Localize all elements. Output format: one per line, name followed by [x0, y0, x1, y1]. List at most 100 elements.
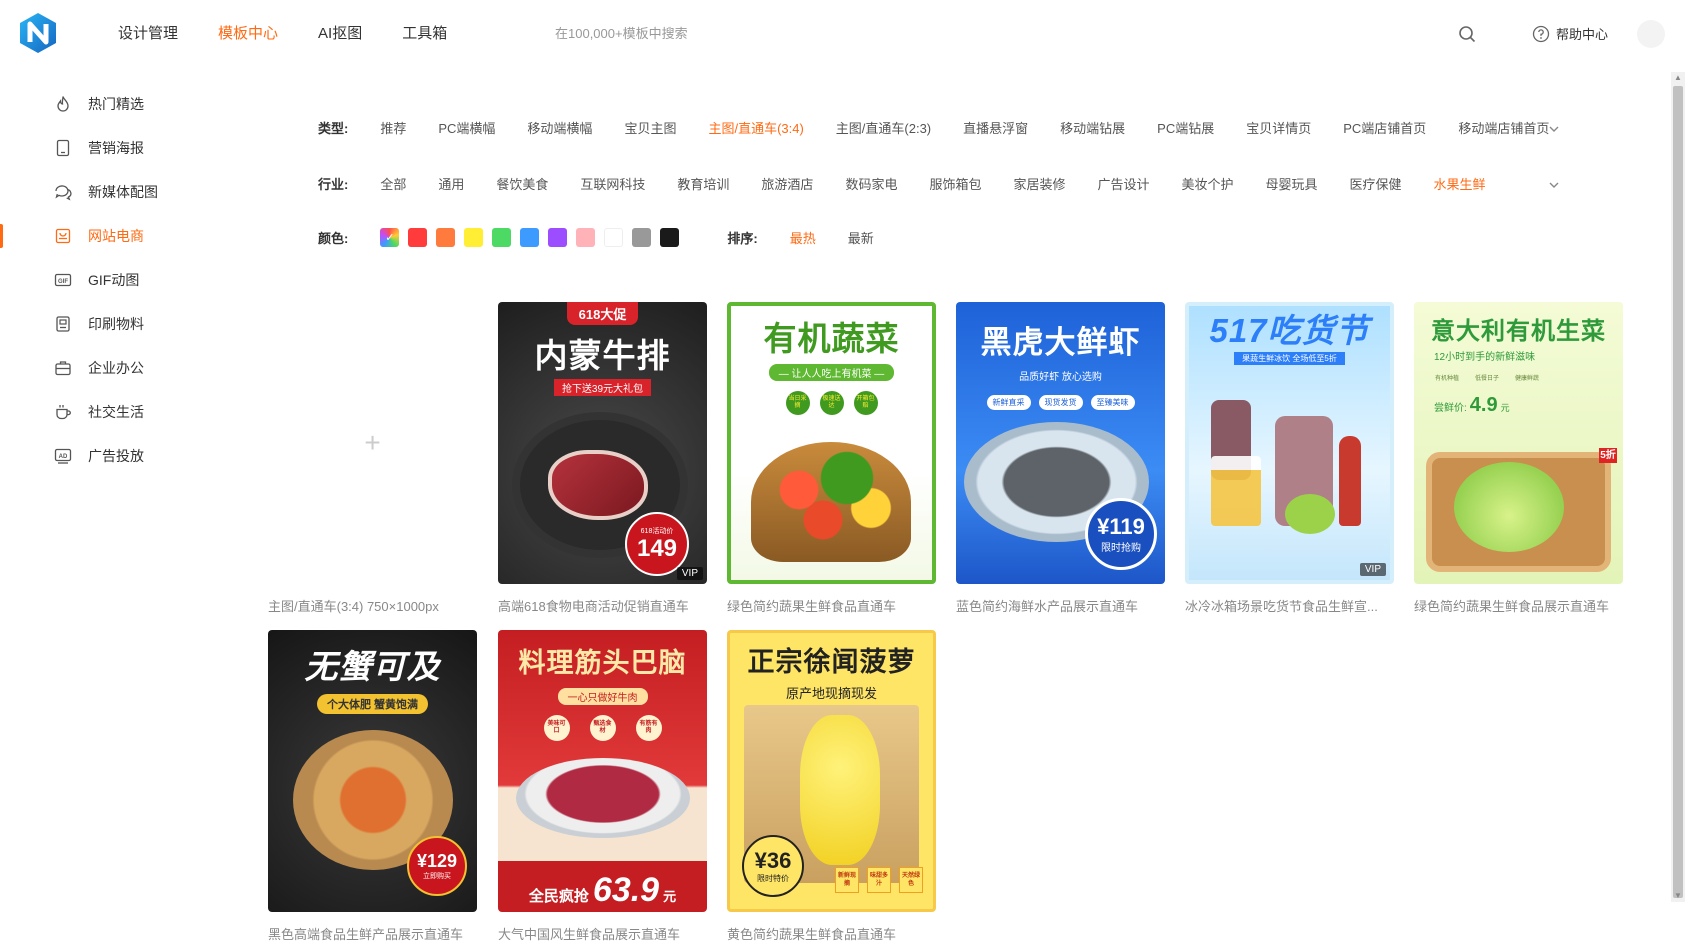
template-caption: 黑色高端食品生鲜产品展示直通车	[268, 927, 464, 942]
sidebar-item-gif[interactable]: GIF GIF动图	[0, 258, 200, 302]
type-option[interactable]: 宝贝主图	[624, 118, 676, 137]
feature-chip: 新鲜现摘	[835, 867, 859, 893]
template-title: 正宗徐闻菠萝	[747, 647, 916, 677]
feature-chip: 当日采摘	[785, 391, 810, 415]
scroll-up-icon[interactable]: ▲	[1674, 74, 1682, 82]
template-caption: 黄色简约蔬果生鲜食品直通车	[727, 927, 897, 942]
sidebar-item-label: 新媒体配图	[88, 184, 158, 200]
poster-icon	[54, 139, 72, 157]
scroll-down-icon[interactable]: ▼	[1674, 892, 1682, 900]
template-card[interactable]: 黑虎大鲜虾 品质好虾 放心选购 新鲜直采 现货发货 至臻美味 ¥119 限时抢购…	[956, 302, 1165, 615]
industry-option[interactable]: 广告设计	[1097, 174, 1149, 193]
color-swatch[interactable]	[464, 228, 484, 247]
sidebar-item-social[interactable]: 社交生活	[0, 390, 200, 434]
type-option[interactable]: 移动端横幅	[527, 118, 592, 137]
template-card[interactable]: 有机蔬菜 — 让人人吃上有机菜 — 当日采摘 极速送达 开箱包赔 绿色简约蔬果生…	[727, 302, 936, 615]
price-unit: 元	[1500, 403, 1510, 413]
color-swatch[interactable]	[632, 228, 652, 247]
type-option[interactable]: PC端横幅	[438, 118, 495, 137]
industry-option[interactable]: 美妆个护	[1182, 174, 1234, 193]
industry-option[interactable]: 通用	[438, 174, 464, 193]
avatar[interactable]	[1637, 20, 1665, 48]
type-option[interactable]: 主图/直通车(2:3)	[836, 118, 931, 137]
template-subtitle: 12小时到手的新鲜滋味	[1434, 352, 1536, 363]
feature-chip: 甄选食材	[589, 715, 616, 741]
type-option[interactable]: PC端钻展	[1157, 118, 1214, 137]
type-option[interactable]: 直播悬浮窗	[963, 118, 1028, 137]
template-card[interactable]: 意大利有机生菜 12小时到手的新鲜滋味 有机种植 低餐日子 健康鲜蔬 尝鲜价: …	[1414, 302, 1623, 615]
industry-filter-label: 行业:	[318, 177, 349, 192]
feature-chip: 至臻美味	[1090, 395, 1135, 410]
type-option[interactable]: 移动端店铺首页	[1458, 118, 1549, 137]
sidebar-item-print[interactable]: 印刷物料	[0, 302, 200, 346]
search-icon[interactable]	[1458, 25, 1476, 43]
sidebar-item-ads[interactable]: AD 广告投放	[0, 434, 200, 478]
template-caption: 绿色简约蔬果生鲜食品直通车	[727, 599, 897, 614]
type-option[interactable]: PC端店铺首页	[1343, 118, 1426, 137]
template-card[interactable]: 618大促 内蒙牛排 抢下送39元大礼包 618活动价 149 VIP 高端61…	[498, 302, 707, 615]
template-card[interactable]: 正宗徐闻菠萝 原产地现摘现发 ¥36 限时特价 新鲜现摘 味甜多汁 天然绿色 黄…	[727, 630, 936, 943]
template-card[interactable]: 517吃货节 果蔬生鲜冰饮 全场低至5折 VIP 冰冷冰箱场景吃货节食品生鲜宣.…	[1185, 302, 1394, 615]
sidebar-item-poster[interactable]: 营销海报	[0, 126, 200, 170]
sidebar-item-hot[interactable]: 热门精选	[0, 82, 200, 126]
color-swatch[interactable]	[492, 228, 512, 247]
scroll-thumb[interactable]	[1673, 86, 1683, 898]
template-card[interactable]: 料理筋头巴脑 一心只做好牛肉 美味可口 甄选食材 有筋有肉 全民疯抢 63.9 …	[498, 630, 707, 943]
vip-badge: VIP	[1359, 563, 1386, 576]
nav-template-center[interactable]: 模板中心	[218, 24, 278, 44]
color-swatch-all[interactable]: ✓	[380, 228, 400, 247]
discount-badge: 5折	[1599, 448, 1617, 463]
template-thumbnail: 无蟹可及 个大体肥 蟹黄饱满 ¥129 立即购买	[268, 630, 477, 912]
promo-text: 全民疯抢	[528, 888, 589, 905]
search-input[interactable]: 在100,000+模板中搜索	[555, 26, 688, 42]
color-swatch[interactable]	[660, 228, 680, 247]
sidebar-item-office[interactable]: 企业办公	[0, 346, 200, 390]
industry-option[interactable]: 水果生鲜	[1434, 174, 1486, 193]
industry-option[interactable]: 数码家电	[845, 174, 897, 193]
chevron-down-icon[interactable]	[1548, 122, 1560, 134]
industry-option[interactable]: 家居装修	[1013, 174, 1065, 193]
feature-chip: 低餐日子	[1474, 376, 1499, 382]
color-swatch[interactable]	[576, 228, 596, 247]
custom-size-card[interactable]: + 主图/直通车(3:4) 750×1000px	[268, 302, 477, 615]
app-logo[interactable]	[18, 12, 58, 54]
sidebar-item-new-media[interactable]: 新媒体配图	[0, 170, 200, 214]
chat-icon	[54, 183, 72, 201]
nav-toolbox[interactable]: 工具箱	[402, 24, 447, 44]
price-value: 4.9	[1469, 394, 1498, 416]
sidebar-item-label: 印刷物料	[88, 316, 144, 332]
sidebar-item-ecommerce[interactable]: 网站电商	[0, 214, 200, 258]
industry-option[interactable]: 餐饮美食	[496, 174, 548, 193]
color-swatch[interactable]	[408, 228, 428, 247]
type-option[interactable]: 推荐	[380, 118, 406, 137]
template-card[interactable]: 无蟹可及 个大体肥 蟹黄饱满 ¥129 立即购买 黑色高端食品生鲜产品展示直通车	[268, 630, 477, 943]
chevron-down-icon[interactable]	[1548, 178, 1560, 190]
industry-option[interactable]: 全部	[380, 174, 406, 193]
industry-option[interactable]: 医疗保健	[1350, 174, 1402, 193]
industry-option[interactable]: 母婴玩具	[1266, 174, 1318, 193]
color-swatch[interactable]	[520, 228, 540, 247]
industry-option[interactable]: 旅游酒店	[761, 174, 813, 193]
price-value: ¥36	[754, 847, 792, 873]
color-swatch[interactable]	[604, 228, 624, 247]
industry-option[interactable]: 教育培训	[677, 174, 729, 193]
vertical-scrollbar[interactable]: ▲ ▼	[1671, 72, 1685, 902]
nav-ai-cutout[interactable]: AI抠图	[318, 24, 362, 44]
sort-new[interactable]: 最新	[848, 228, 874, 247]
template-title: 无蟹可及	[304, 648, 441, 685]
type-option[interactable]: 主图/直通车(3:4)	[708, 118, 803, 137]
help-center-link[interactable]: 帮助中心	[1532, 24, 1608, 43]
industry-option[interactable]: 服饰箱包	[929, 174, 981, 193]
template-thumbnail: 意大利有机生菜 12小时到手的新鲜滋味 有机种植 低餐日子 健康鲜蔬 尝鲜价: …	[1414, 302, 1623, 584]
sort-hot[interactable]: 最热	[790, 228, 816, 247]
industry-option[interactable]: 互联网科技	[580, 174, 645, 193]
type-option[interactable]: 宝贝详情页	[1246, 118, 1311, 137]
color-swatch[interactable]	[548, 228, 568, 247]
color-swatch[interactable]	[436, 228, 456, 247]
template-tag: 618大促	[566, 302, 639, 325]
type-filter: 类型: 推荐 PC端横幅 移动端横幅 宝贝主图 主图/直通车(3:4) 主图/直…	[318, 118, 1581, 137]
template-thumbnail: 618大促 内蒙牛排 抢下送39元大礼包 618活动价 149 VIP	[498, 302, 707, 584]
type-option[interactable]: 移动端钻展	[1060, 118, 1125, 137]
nav-design-manage[interactable]: 设计管理	[118, 24, 178, 44]
feature-chip: 现货发货	[1038, 395, 1083, 410]
